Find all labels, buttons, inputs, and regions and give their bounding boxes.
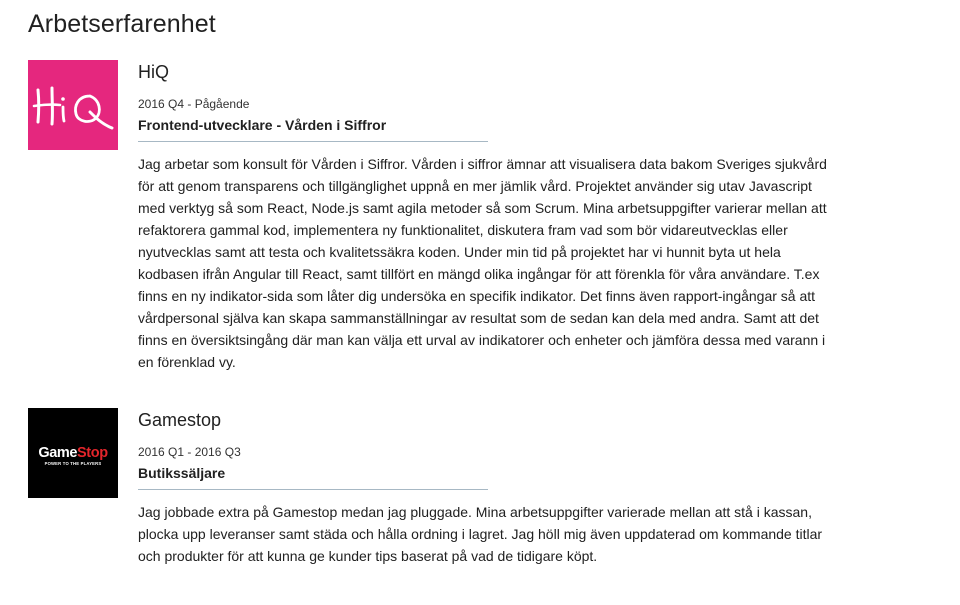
hiq-logo-icon	[28, 60, 118, 150]
job-role: Frontend-utvecklare - Vården i Siffror	[138, 117, 387, 133]
job-description: Jag jobbade extra på Gamestop medan jag …	[138, 504, 823, 564]
job-description: Jag arbetar som konsult för Vården i Sif…	[138, 156, 827, 370]
gamestop-logo-icon: GameStop POWER TO THE PLAYERS	[28, 408, 118, 498]
svg-text:POWER TO THE PLAYERS: POWER TO THE PLAYERS	[45, 461, 102, 466]
svg-text:GameStop: GameStop	[38, 445, 108, 461]
company-name: Gamestop	[138, 410, 222, 430]
job-details: Gamestop 2016 Q1 - 2016 Q3 Butikssäljare…	[138, 408, 838, 567]
divider	[138, 141, 488, 142]
job-role: Butikssäljare	[138, 465, 226, 481]
employment-period: 2016 Q1 - 2016 Q3	[138, 445, 241, 459]
employment-period: 2016 Q4 - Pågående	[138, 97, 250, 111]
page-title: Arbetserfarenhet	[28, 10, 216, 38]
company-name: HiQ	[138, 62, 169, 82]
job-details: HiQ 2016 Q4 - Pågående Frontend-utveckla…	[138, 60, 838, 373]
divider	[138, 489, 488, 490]
